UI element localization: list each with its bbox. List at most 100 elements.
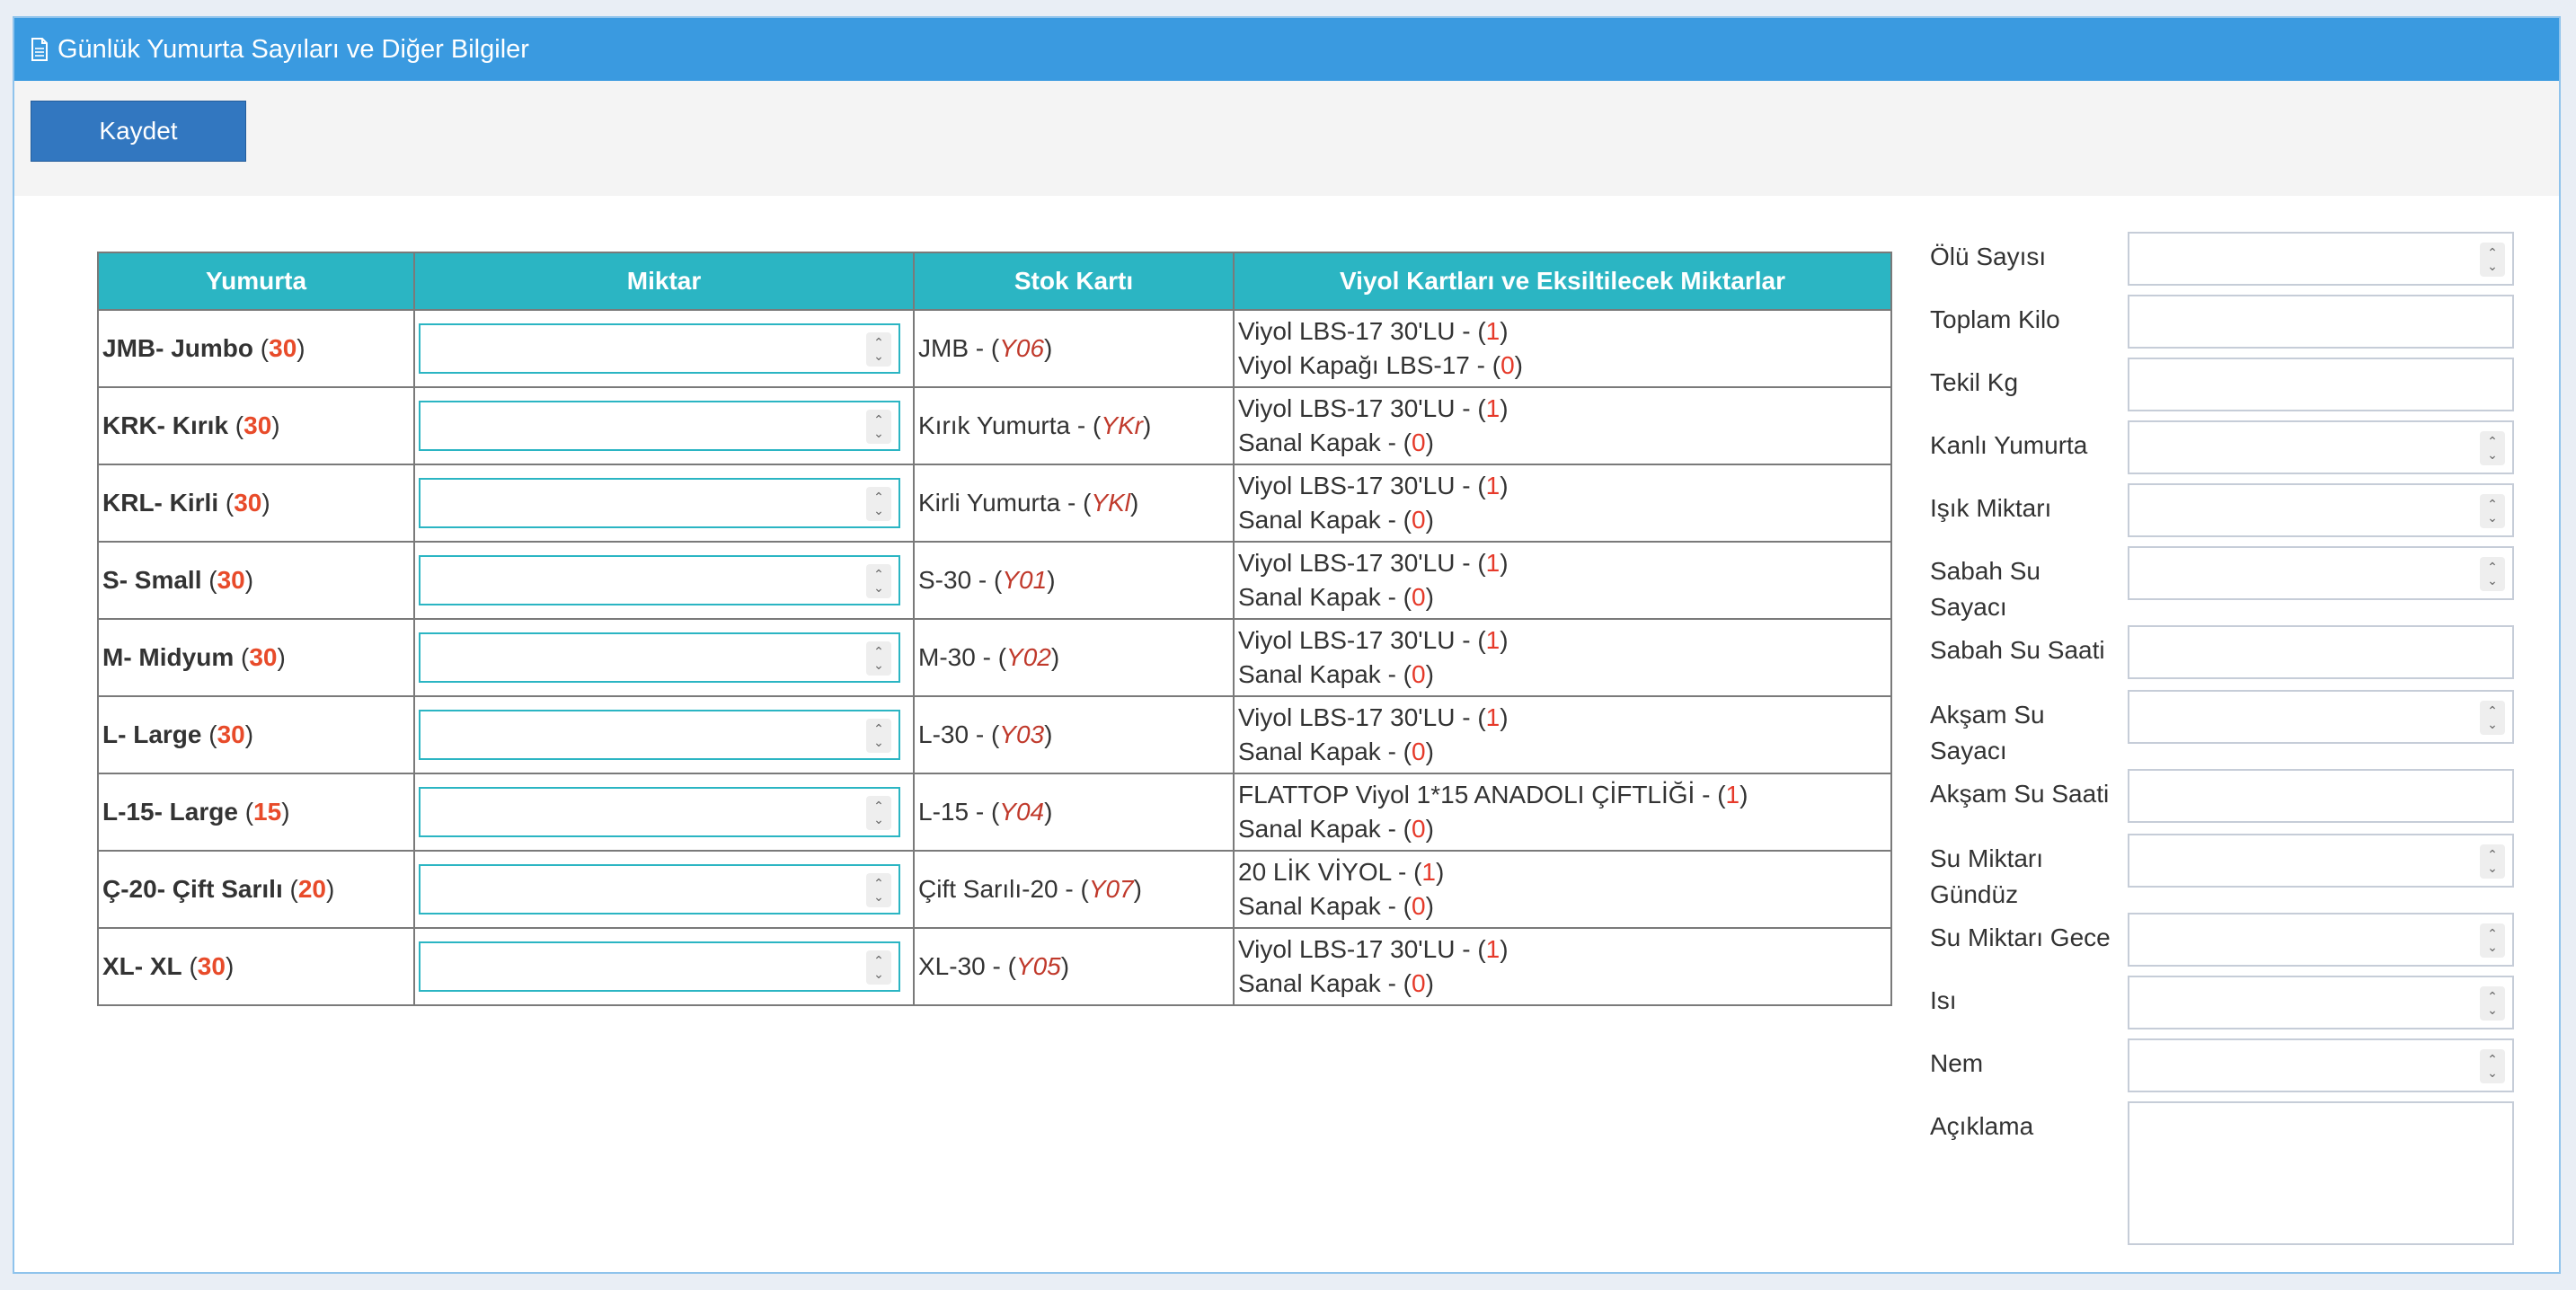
sabah-su-sayaci-input[interactable]: ⌃ ⌄ (2128, 546, 2514, 600)
aksam-su-saati-input[interactable] (2128, 769, 2514, 823)
sabah-su-saati-input[interactable] (2128, 625, 2514, 679)
viyol-card-item: Viyol LBS-17 30'LU - (1) (1238, 703, 1509, 731)
stock-card-name: M-30 - (918, 643, 998, 671)
stock-card-code: Y03 (999, 720, 1045, 748)
spinner-icon[interactable]: ⌃ ⌄ (866, 873, 891, 907)
viyol-cards-cell: Viyol LBS-17 30'LU - (1) Viyol Kapağı LBS… (1233, 309, 1892, 388)
toplam-kilo-input[interactable] (2128, 295, 2514, 349)
egg-name: - Jumbo (155, 334, 254, 362)
viyol-card-item: Sanal Kapak - (0) (1238, 969, 1434, 997)
quantity-input[interactable]: ⌃ ⌄ (419, 401, 900, 451)
spinner-icon[interactable]: ⌃ ⌄ (2480, 701, 2505, 735)
column-header-stock-card: Stok Kartı (913, 252, 1235, 311)
table-row: KRK- Kırık (30) ⌃ ⌄ Kırık Yumurta - (YKr) Vi… (97, 386, 1892, 465)
olu-sayisi-input[interactable]: ⌃ ⌄ (2128, 232, 2514, 286)
egg-code: KRK (102, 411, 157, 439)
egg-name: - XL (134, 952, 182, 980)
stock-card-cell: JMB - (Y06) (913, 309, 1235, 388)
viyol-card-item: Sanal Kapak - (0) (1238, 892, 1434, 920)
form-label-su-miktari-gunduz: Su Miktarı Gündüz (1930, 844, 2044, 908)
egg-type-cell: S- Small (30) (97, 541, 415, 620)
tekil-kg-input[interactable] (2128, 358, 2514, 411)
viyol-card-name: Viyol LBS-17 30'LU - (1238, 549, 1478, 577)
viyol-card-amount: 1 (1421, 858, 1436, 886)
egg-name: - Kirli (154, 489, 219, 517)
viyol-card-item: FLATTOP Viyol 1*15 ANADOLI ÇİFTLİĞİ - (1… (1238, 781, 1748, 808)
table-row: S- Small (30) ⌃ ⌄ S-30 - (Y01) Viyol LBS-17 … (97, 541, 1892, 620)
viyol-card-item: Viyol LBS-17 30'LU - (1) (1238, 472, 1509, 499)
aksam-su-sayaci-input[interactable]: ⌃ ⌄ (2128, 690, 2514, 744)
su-miktari-gece-input[interactable]: ⌃ ⌄ (2128, 913, 2514, 967)
table-row: M- Midyum (30) ⌃ ⌄ M-30 - (Y02) Viyol LBS-17… (97, 618, 1892, 697)
table-row: KRL- Kirli (30) ⌃ ⌄ Kirli Yumurta - (YKl) Vi… (97, 464, 1892, 543)
stock-card-code: Y02 (1006, 643, 1051, 671)
egg-code: M (102, 643, 124, 671)
quantity-input[interactable]: ⌃ ⌄ (419, 632, 900, 683)
egg-counts-panel: Günlük Yumurta Sayıları ve Diğer Bilgile… (13, 16, 2561, 1274)
kanli-yumurta-input[interactable]: ⌃ ⌄ (2128, 420, 2514, 474)
viyol-card-item: Viyol Kapağı LBS-17 - (0) (1238, 351, 1523, 379)
spinner-icon[interactable]: ⌃ ⌄ (2480, 923, 2505, 958)
spinner-icon[interactable]: ⌃ ⌄ (866, 641, 891, 676)
quantity-input[interactable]: ⌃ ⌄ (419, 478, 900, 528)
spinner-icon[interactable]: ⌃ ⌄ (866, 950, 891, 985)
viyol-card-name: Viyol Kapağı LBS-17 - (1238, 351, 1492, 379)
quantity-input[interactable]: ⌃ ⌄ (419, 710, 900, 760)
egg-count: 30 (249, 643, 278, 671)
aciklama-textarea[interactable] (2128, 1101, 2514, 1245)
viyol-card-name: Viyol LBS-17 30'LU - (1238, 394, 1478, 422)
nem-input[interactable]: ⌃ ⌄ (2128, 1038, 2514, 1092)
quantity-input[interactable]: ⌃ ⌄ (419, 941, 900, 992)
column-header-viyol-cards: Viyol Kartları ve Eksiltilecek Miktarlar (1233, 252, 1892, 311)
stock-card-code: YKr (1101, 411, 1144, 439)
egg-code: JMB (102, 334, 156, 362)
spinner-icon[interactable]: ⌃ ⌄ (866, 410, 891, 444)
isik-miktari-input[interactable]: ⌃ ⌄ (2128, 483, 2514, 537)
isi-input[interactable]: ⌃ ⌄ (2128, 976, 2514, 1029)
form-label-isik-miktari: Işık Miktarı (1930, 494, 2052, 522)
viyol-card-item: Sanal Kapak - (0) (1238, 506, 1434, 534)
stock-card-name: Çift Sarılı-20 - (918, 875, 1081, 903)
egg-name: - Large (154, 798, 238, 826)
spinner-icon[interactable]: ⌃ ⌄ (866, 564, 891, 598)
spinner-icon[interactable]: ⌃ ⌄ (866, 796, 891, 830)
spinner-icon[interactable]: ⌃ ⌄ (866, 487, 891, 521)
quantity-cell: ⌃ ⌄ (413, 464, 915, 543)
quantity-input[interactable]: ⌃ ⌄ (419, 555, 900, 605)
save-button[interactable]: Kaydet (31, 101, 246, 162)
stock-card-cell: XL-30 - (Y05) (913, 927, 1235, 1006)
spinner-icon[interactable]: ⌃ ⌄ (2480, 494, 2505, 528)
spinner-icon[interactable]: ⌃ ⌄ (2480, 1049, 2505, 1083)
egg-count: 15 (253, 798, 282, 826)
viyol-card-item: Sanal Kapak - (0) (1238, 815, 1434, 843)
quantity-input[interactable]: ⌃ ⌄ (419, 864, 900, 914)
quantity-input[interactable]: ⌃ ⌄ (419, 787, 900, 837)
egg-count: 30 (269, 334, 297, 362)
toolbar: Kaydet (14, 81, 2559, 196)
form-label-su-miktari-gece: Su Miktarı Gece (1930, 923, 2111, 951)
viyol-card-amount: 0 (1500, 351, 1515, 379)
spinner-icon[interactable]: ⌃ ⌄ (2480, 557, 2505, 591)
spinner-icon[interactable]: ⌃ ⌄ (866, 719, 891, 753)
spinner-icon[interactable]: ⌃ ⌄ (2480, 986, 2505, 1021)
spinner-icon[interactable]: ⌃ ⌄ (2480, 243, 2505, 277)
viyol-cards-cell: Viyol LBS-17 30'LU - (1) Sanal Kapak - (0… (1233, 386, 1892, 465)
viyol-card-amount: 0 (1412, 583, 1426, 611)
su-miktari-gunduz-input[interactable]: ⌃ ⌄ (2128, 834, 2514, 888)
viyol-cards-cell: FLATTOP Viyol 1*15 ANADOLI ÇİFTLİĞİ - (1… (1233, 773, 1892, 852)
quantity-input[interactable]: ⌃ ⌄ (419, 323, 900, 374)
form-label-isi: Isı (1930, 986, 1957, 1014)
viyol-card-item: Viyol LBS-17 30'LU - (1) (1238, 317, 1509, 345)
table-row: JMB- Jumbo (30) ⌃ ⌄ JMB - (Y06) Viyol LBS-17… (97, 309, 1892, 388)
egg-type-cell: JMB- Jumbo (30) (97, 309, 415, 388)
stock-card-code: Y07 (1088, 875, 1134, 903)
egg-type-cell: Ç-20- Çift Sarılı (20) (97, 850, 415, 929)
viyol-card-name: Sanal Kapak - (1238, 506, 1403, 534)
spinner-icon[interactable]: ⌃ ⌄ (866, 332, 891, 367)
spinner-icon[interactable]: ⌃ ⌄ (2480, 844, 2505, 879)
viyol-card-amount: 1 (1485, 549, 1500, 577)
spinner-icon[interactable]: ⌃ ⌄ (2480, 431, 2505, 465)
quantity-cell: ⌃ ⌄ (413, 695, 915, 774)
stock-card-code: Y05 (1015, 952, 1061, 980)
table-row: XL- XL (30) ⌃ ⌄ XL-30 - (Y05) Viyol LBS-17 3… (97, 927, 1892, 1006)
